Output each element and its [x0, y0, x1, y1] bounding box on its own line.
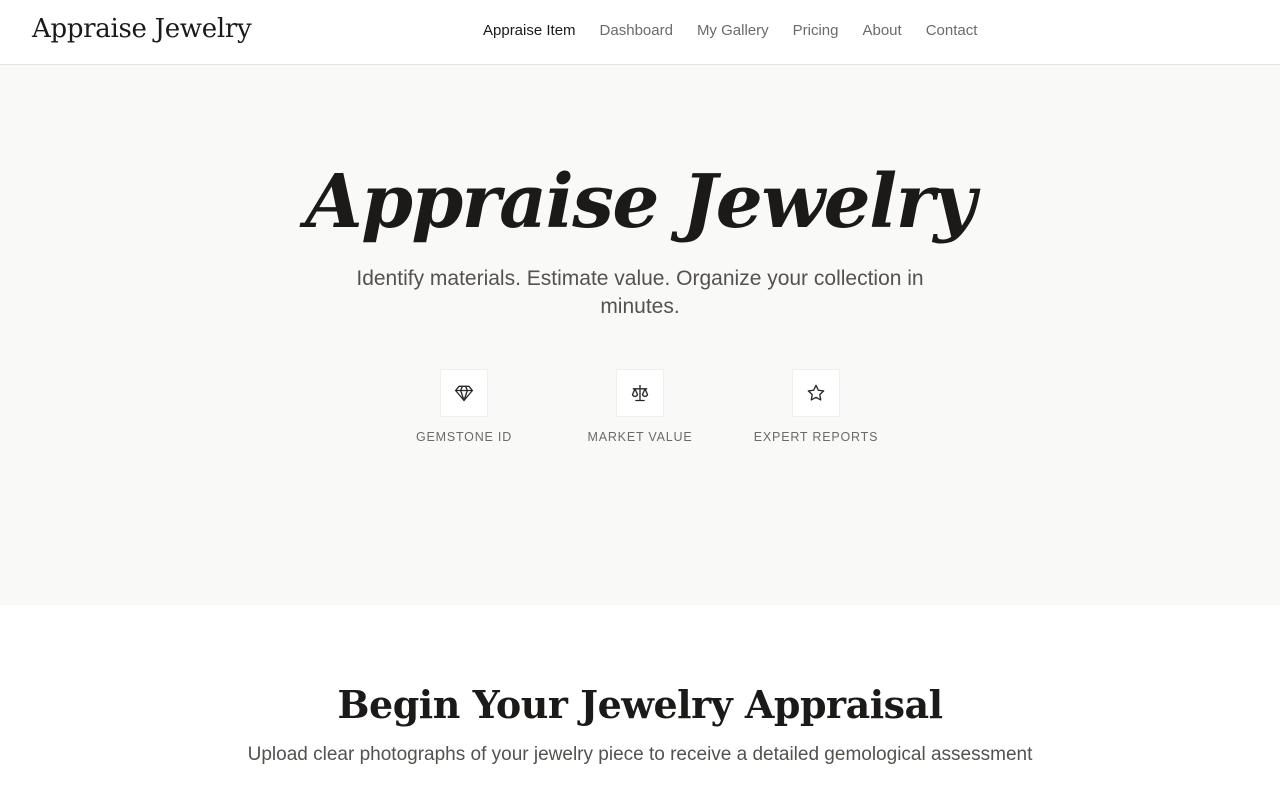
- feature-gemstone-id: GEMSTONE ID: [376, 369, 552, 444]
- scale-icon: [616, 369, 664, 417]
- feature-label: GEMSTONE ID: [415, 430, 513, 444]
- section-title: Begin Your Jewelry Appraisal: [337, 682, 943, 727]
- feature-market-value: MARKET VALUE: [552, 369, 728, 444]
- feature-list: GEMSTONE ID MARKET VALUE EXPERT REPORTS: [0, 369, 1280, 449]
- star-icon: [792, 369, 840, 417]
- hero-title: Appraise Jewelry: [305, 159, 976, 245]
- gem-icon: [440, 369, 488, 417]
- brand-logo-link[interactable]: Appraise Jewelry: [32, 14, 252, 44]
- feature-expert-reports: EXPERT REPORTS: [728, 369, 904, 444]
- feature-label: MARKET VALUE: [587, 430, 693, 444]
- nav-link-contact[interactable]: Contact: [926, 22, 978, 39]
- section-subtitle: Upload clear photographs of your jewelry…: [247, 744, 1033, 765]
- top-navigation-bar: Appraise Jewelry Appraise Item Dashboard…: [0, 0, 1280, 65]
- hero-section: Appraise Jewelry Identify materials. Est…: [0, 65, 1280, 605]
- feature-label: EXPERT REPORTS: [753, 430, 879, 444]
- nav-link-appraise-item[interactable]: Appraise Item: [483, 22, 576, 39]
- nav-link-about[interactable]: About: [862, 22, 901, 39]
- hero-subtitle: Identify materials. Estimate value. Orga…: [356, 267, 924, 318]
- main-nav: Appraise Item Dashboard My Gallery Prici…: [483, 22, 977, 39]
- nav-link-my-gallery[interactable]: My Gallery: [697, 22, 769, 39]
- nav-link-pricing[interactable]: Pricing: [793, 22, 839, 39]
- nav-link-dashboard[interactable]: Dashboard: [600, 22, 673, 39]
